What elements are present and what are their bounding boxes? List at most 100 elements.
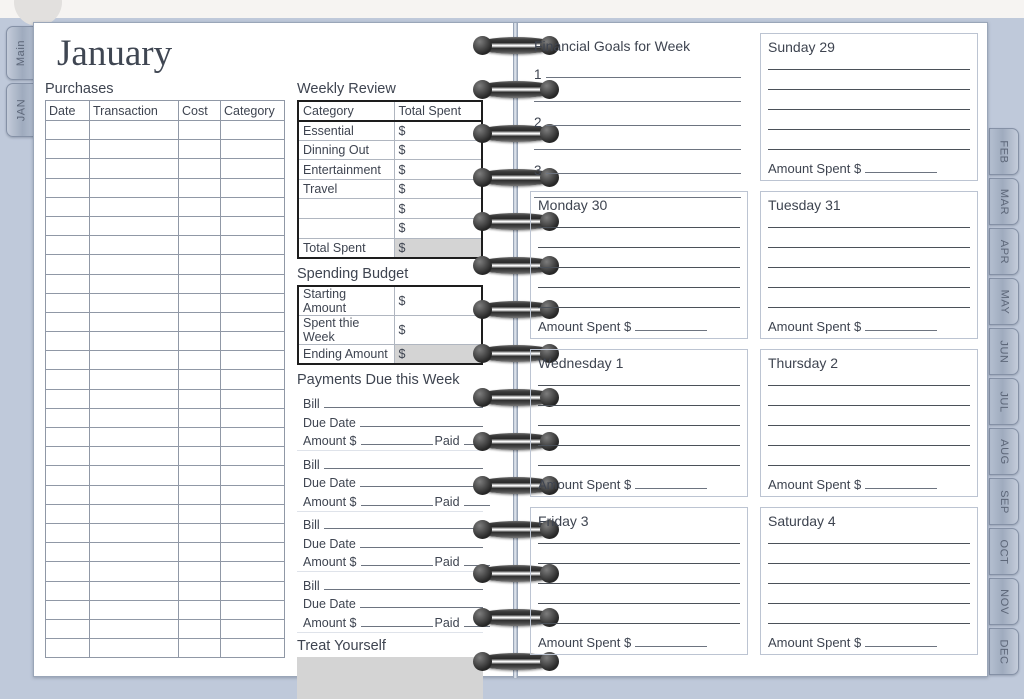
purchases-cell[interactable] [220,254,285,275]
bill-input-rule[interactable] [323,528,483,530]
purchases-cell[interactable] [178,580,221,601]
bill-input-rule[interactable] [323,467,483,469]
goal-input-rule[interactable] [534,149,741,150]
purchases-cell[interactable] [220,618,285,640]
due-date-input-rule[interactable] [359,607,483,609]
purchases-cell[interactable] [178,407,221,429]
day-card-writing-line[interactable] [538,444,740,446]
purchases-cell[interactable] [89,388,179,409]
purchases-cell[interactable] [89,465,179,486]
table-row[interactable] [45,561,285,582]
table-row[interactable] [45,139,285,160]
review-amount-cell[interactable]: $ [393,159,483,180]
day-card-writing-line[interactable] [538,464,740,466]
amount-spent-input-rule[interactable] [635,646,708,647]
review-category-cell[interactable] [297,198,395,220]
purchases-cell[interactable] [178,235,221,256]
day-card-writing-line[interactable] [538,384,740,386]
day-card[interactable]: Friday 3 Amount Spent $ [530,507,748,655]
treat-yourself-box[interactable] [297,656,483,699]
budget-value-cell[interactable]: $ [393,314,483,345]
day-card-writing-line[interactable] [768,424,970,426]
purchases-cell[interactable] [178,196,221,217]
table-row[interactable] [45,196,285,217]
purchases-cell[interactable] [89,139,179,160]
day-card-writing-line[interactable] [768,444,970,446]
goal-input-rule[interactable] [545,173,741,174]
purchases-cell[interactable] [220,484,285,505]
table-row[interactable] [45,522,285,544]
review-table-body[interactable]: Essential $ Dinning Out $ Entertainment $ Trav… [297,120,483,259]
goal-input-rule[interactable] [545,77,741,78]
review-category-cell[interactable]: Essential [297,120,395,141]
review-row[interactable]: Travel $ [297,178,483,200]
purchases-cell[interactable] [178,311,221,333]
purchases-cell[interactable] [178,388,221,409]
purchases-cell[interactable] [220,139,285,160]
amount-spent-input-rule[interactable] [635,330,708,331]
spending-budget-table[interactable]: Starting Amount $ Spent thie Week $ Ending A… [297,284,483,365]
table-row[interactable] [45,503,285,524]
review-amount-cell[interactable]: $ [393,120,483,141]
purchases-cell[interactable] [220,311,285,333]
purchases-cell[interactable] [178,369,221,390]
table-row[interactable] [45,177,285,198]
day-card[interactable]: Thursday 2 Amount Spent $ [760,349,978,497]
purchases-cell[interactable] [45,119,90,141]
day-card-writing-line[interactable] [768,622,970,624]
table-row[interactable] [45,426,285,448]
purchases-cell[interactable] [178,177,221,198]
month-tab-sep[interactable]: SEP [989,478,1019,525]
table-row[interactable] [45,599,285,620]
table-row[interactable] [45,542,285,563]
month-tab-may[interactable]: MAY [989,278,1019,325]
purchases-cell[interactable] [45,139,90,160]
purchases-cell[interactable] [45,599,90,620]
review-amount-cell[interactable]: $ [393,178,483,200]
purchases-cell[interactable] [220,119,285,141]
amount-spent-input-rule[interactable] [865,488,938,489]
purchases-cell[interactable] [45,177,90,198]
purchases-cell[interactable] [89,273,179,294]
purchases-cell[interactable] [45,484,90,505]
day-card-writing-line[interactable] [768,108,970,110]
purchases-cell[interactable] [220,522,285,544]
purchases-cell[interactable] [45,254,90,275]
purchases-cell[interactable] [89,311,179,333]
purchases-cell[interactable] [89,618,179,640]
day-card-writing-line[interactable] [768,88,970,90]
weekly-review-table[interactable]: Category Total Spent Essential $ Dinning Ou… [297,100,483,259]
day-card-writing-line[interactable] [538,266,740,268]
purchases-cell[interactable] [89,254,179,275]
purchases-cell[interactable] [178,599,221,620]
purchases-cell[interactable] [45,465,90,486]
day-card-writing-line[interactable] [768,464,970,466]
purchases-cell[interactable] [45,522,90,544]
day-card-writing-line[interactable] [538,602,740,604]
purchases-cell[interactable] [178,119,221,141]
purchases-table-body[interactable] [45,119,285,659]
budget-table-body[interactable]: Starting Amount $ Spent thie Week $ Ending A… [297,285,483,365]
day-card[interactable]: Saturday 4 Amount Spent $ [760,507,978,655]
purchases-cell[interactable] [220,638,285,659]
paid-input-rule[interactable] [463,504,490,506]
review-row[interactable]: Essential $ [297,120,483,141]
budget-value-cell[interactable]: $ [393,285,483,316]
purchases-cell[interactable] [178,350,221,371]
review-amount-cell[interactable]: $ [393,139,483,161]
table-row[interactable] [45,638,285,659]
purchases-cell[interactable] [89,177,179,198]
purchases-cell[interactable] [220,350,285,371]
purchases-cell[interactable] [220,273,285,294]
purchases-cell[interactable] [89,158,179,179]
purchases-cell[interactable] [45,580,90,601]
day-card-writing-line[interactable] [768,384,970,386]
purchases-cell[interactable] [220,196,285,217]
table-row[interactable] [45,158,285,179]
purchases-cell[interactable] [89,292,179,313]
purchases-cell[interactable] [45,350,90,371]
month-tab-oct[interactable]: OCT [989,528,1019,575]
purchases-cell[interactable] [178,561,221,582]
day-card-writing-line[interactable] [538,562,740,564]
purchases-cell[interactable] [89,350,179,371]
